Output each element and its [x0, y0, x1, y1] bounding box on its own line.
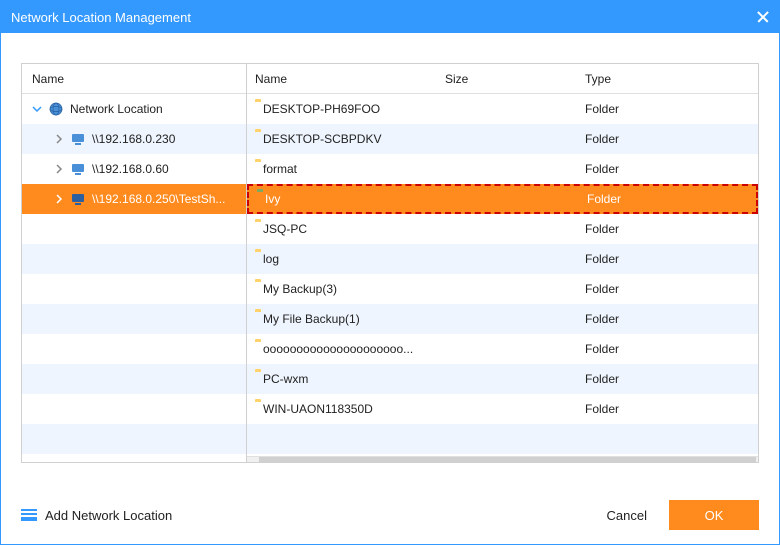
- list-row[interactable]: DESKTOP-PH69FOO Folder: [247, 94, 758, 124]
- cell-name: PC-wxm: [247, 372, 445, 386]
- tree-item[interactable]: Network Location: [22, 94, 246, 124]
- list-row[interactable]: Ivy Folder: [247, 184, 758, 214]
- column-header-type[interactable]: Type: [585, 72, 758, 86]
- cell-type: Folder: [587, 192, 756, 206]
- file-name-label: PC-wxm: [263, 372, 308, 386]
- tree-empty-row: [22, 394, 246, 424]
- file-name-label: My File Backup(1): [263, 312, 360, 326]
- list-row[interactable]: My File Backup(1) Folder: [247, 304, 758, 334]
- list-row[interactable]: ooooooooooooooooooooo... Folder: [247, 334, 758, 364]
- list-row[interactable]: DESKTOP-SCBPDKV Folder: [247, 124, 758, 154]
- cell-type: Folder: [585, 342, 758, 356]
- computer-icon: [70, 161, 86, 177]
- file-name-label: Ivy: [265, 192, 280, 206]
- tree-empty-row: [22, 214, 246, 244]
- tree-empty-row: [22, 304, 246, 334]
- list-icon: [21, 509, 37, 521]
- tree-item[interactable]: \\192.168.0.250\TestSh...: [22, 184, 246, 214]
- titlebar: Network Location Management: [1, 1, 779, 33]
- cell-type: Folder: [585, 132, 758, 146]
- cell-type: Folder: [585, 282, 758, 296]
- tree-item-label: \\192.168.0.230: [92, 132, 175, 146]
- chevron-down-icon[interactable]: [30, 102, 44, 116]
- content-area: Name Network Location \\192.168.0.230 \\19…: [1, 33, 779, 486]
- list-panel: Name Size Type DESKTOP-PH69FOOFolderDESK…: [247, 64, 758, 462]
- cell-type: Folder: [585, 162, 758, 176]
- computer-icon: [70, 191, 86, 207]
- cell-name: DESKTOP-PH69FOO: [247, 102, 445, 116]
- tree-panel: Name Network Location \\192.168.0.230 \\19…: [22, 64, 247, 462]
- cancel-button[interactable]: Cancel: [607, 508, 647, 523]
- chevron-right-icon[interactable]: [52, 162, 66, 176]
- list-row[interactable]: JSQ-PC Folder: [247, 214, 758, 244]
- cell-type: Folder: [585, 252, 758, 266]
- footer-buttons: Cancel OK: [607, 500, 759, 530]
- tree-empty-row: [22, 364, 246, 394]
- cell-name: log: [247, 252, 445, 266]
- computer-icon: [70, 131, 86, 147]
- cell-name: My File Backup(1): [247, 312, 445, 326]
- panels: Name Network Location \\192.168.0.230 \\19…: [21, 63, 759, 463]
- network-globe-icon: [48, 101, 64, 117]
- list-row[interactable]: log Folder: [247, 244, 758, 274]
- horizontal-scrollbar[interactable]: [247, 456, 758, 462]
- cell-type: Folder: [585, 372, 758, 386]
- file-name-label: DESKTOP-PH69FOO: [263, 102, 380, 116]
- column-header-size[interactable]: Size: [445, 72, 585, 86]
- file-name-label: My Backup(3): [263, 282, 337, 296]
- close-icon[interactable]: [757, 11, 769, 23]
- tree-body: Network Location \\192.168.0.230 \\192.168…: [22, 94, 246, 462]
- list-row[interactable]: My Backup(3) Folder: [247, 274, 758, 304]
- tree-empty-row: [22, 274, 246, 304]
- file-name-label: DESKTOP-SCBPDKV: [263, 132, 381, 146]
- list-row[interactable]: format Folder: [247, 154, 758, 184]
- list-row[interactable]: WIN-UAON118350D Folder: [247, 394, 758, 424]
- list-body: DESKTOP-PH69FOO Folder DESKTOP-SCBPDKV Fold…: [247, 94, 758, 456]
- add-network-location-label: Add Network Location: [45, 508, 172, 523]
- cell-name: ooooooooooooooooooooo...: [247, 342, 445, 356]
- file-name-label: format: [263, 162, 297, 176]
- cell-type: Folder: [585, 102, 758, 116]
- scrollbar-thumb[interactable]: [259, 457, 756, 462]
- tree-item-label: Network Location: [70, 102, 163, 116]
- cell-type: Folder: [585, 222, 758, 236]
- cell-type: Folder: [585, 312, 758, 326]
- file-name-label: log: [263, 252, 279, 266]
- footer: Add Network Location Cancel OK: [1, 486, 779, 544]
- tree-item[interactable]: \\192.168.0.60: [22, 154, 246, 184]
- file-name-label: JSQ-PC: [263, 222, 307, 236]
- tree-item-label: \\192.168.0.250\TestSh...: [92, 192, 225, 206]
- cell-type: Folder: [585, 402, 758, 416]
- file-name-label: ooooooooooooooooooooo...: [263, 342, 413, 356]
- file-name-label: WIN-UAON118350D: [263, 402, 373, 416]
- add-network-location-button[interactable]: Add Network Location: [21, 508, 172, 523]
- chevron-right-icon[interactable]: [52, 132, 66, 146]
- window-title: Network Location Management: [11, 10, 191, 25]
- cell-name: WIN-UAON118350D: [247, 402, 445, 416]
- tree-header: Name: [22, 64, 246, 94]
- chevron-right-icon[interactable]: [52, 192, 66, 206]
- list-row[interactable]: PC-wxm Folder: [247, 364, 758, 394]
- cell-name: DESKTOP-SCBPDKV: [247, 132, 445, 146]
- tree-empty-row: [22, 424, 246, 454]
- list-empty-row: [247, 424, 758, 454]
- tree-empty-row: [22, 244, 246, 274]
- tree-header-label: Name: [32, 72, 64, 86]
- cell-name: format: [247, 162, 445, 176]
- ok-button[interactable]: OK: [669, 500, 759, 530]
- cell-name: JSQ-PC: [247, 222, 445, 236]
- column-header-name[interactable]: Name: [247, 72, 445, 86]
- cell-name: My Backup(3): [247, 282, 445, 296]
- tree-item-label: \\192.168.0.60: [92, 162, 169, 176]
- cell-name: Ivy: [249, 192, 447, 206]
- dialog-window: Network Location Management Name Network…: [0, 0, 780, 545]
- tree-empty-row: [22, 334, 246, 364]
- list-header: Name Size Type: [247, 64, 758, 94]
- tree-item[interactable]: \\192.168.0.230: [22, 124, 246, 154]
